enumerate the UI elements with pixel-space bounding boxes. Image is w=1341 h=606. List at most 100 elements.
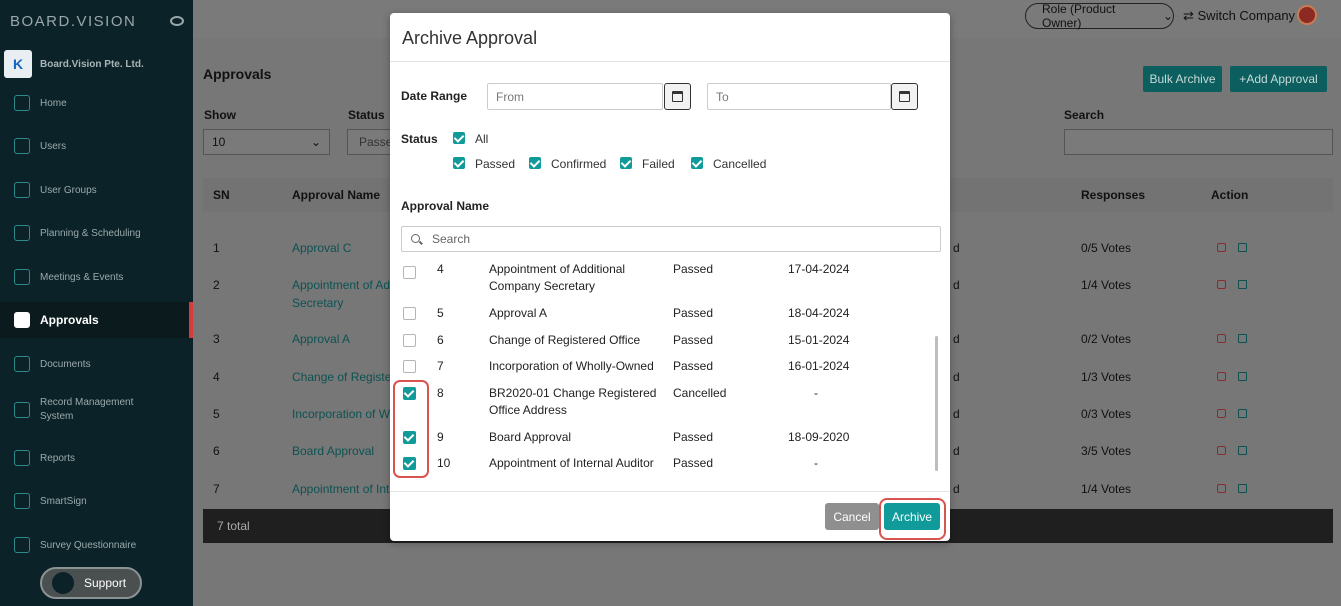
approval-search-input[interactable]: Search bbox=[401, 226, 941, 252]
print-icon[interactable] bbox=[1217, 280, 1226, 289]
print-icon[interactable] bbox=[1217, 243, 1226, 252]
sidebar-item-approvals[interactable]: Approvals bbox=[0, 302, 193, 338]
archive-icon[interactable] bbox=[1238, 409, 1247, 418]
to-date-input[interactable]: To bbox=[707, 83, 891, 110]
archive-icon[interactable] bbox=[1238, 243, 1247, 252]
print-icon[interactable] bbox=[1217, 484, 1226, 493]
approval-link[interactable]: Appointment of Addi bbox=[292, 276, 399, 294]
user-icon bbox=[14, 138, 30, 154]
archive-icon[interactable] bbox=[1238, 372, 1247, 381]
bulk-archive-button[interactable]: Bulk Archive bbox=[1143, 66, 1222, 92]
users-icon bbox=[14, 182, 30, 198]
item-checkbox[interactable] bbox=[403, 360, 416, 373]
cancel-button[interactable]: Cancel bbox=[825, 503, 879, 530]
modal-title: Archive Approval bbox=[402, 28, 538, 48]
status-cancelled-checkbox[interactable] bbox=[691, 157, 703, 169]
sidebar-item-meetings[interactable]: Meetings & Events bbox=[0, 259, 193, 295]
archive-icon[interactable] bbox=[1238, 484, 1247, 493]
company-selector[interactable]: K Board.Vision Pte. Ltd. bbox=[4, 50, 144, 78]
archive-icon[interactable] bbox=[1238, 446, 1247, 455]
item-checkbox[interactable] bbox=[403, 334, 416, 347]
checkbox-highlight-annotation bbox=[393, 380, 429, 478]
sidebar-item-home[interactable]: Home bbox=[0, 85, 193, 121]
col-action: Action bbox=[1211, 188, 1249, 202]
sidebar-item-reports[interactable]: Reports bbox=[0, 440, 193, 476]
sidebar-item-documents[interactable]: Documents bbox=[0, 346, 193, 382]
approval-link[interactable]: Appointment of Inte bbox=[292, 480, 396, 498]
date-range-label: Date Range bbox=[401, 89, 468, 103]
document-icon bbox=[14, 356, 30, 372]
sidebar-item-user-groups[interactable]: User Groups bbox=[0, 172, 193, 208]
app-logo: BOARD.VISION bbox=[10, 13, 184, 30]
approval-link[interactable]: Approval C bbox=[292, 239, 351, 257]
approval-list[interactable]: 4 Appointment of Additional Company Secr… bbox=[390, 258, 950, 488]
status-confirmed-checkbox[interactable] bbox=[529, 157, 541, 169]
approval-link[interactable]: Approval A bbox=[292, 330, 350, 348]
sidebar-item-planning[interactable]: Planning & Scheduling bbox=[0, 215, 193, 251]
chevron-down-icon: ⌄ bbox=[310, 135, 321, 149]
eye-icon[interactable] bbox=[170, 16, 184, 26]
support-button[interactable]: Support bbox=[40, 567, 142, 599]
print-icon[interactable] bbox=[1217, 409, 1226, 418]
company-name: Board.Vision Pte. Ltd. bbox=[40, 58, 144, 70]
approval-icon bbox=[14, 312, 30, 328]
status-failed-checkbox[interactable] bbox=[620, 157, 632, 169]
approval-link[interactable]: Incorporation of Wh bbox=[292, 405, 397, 423]
show-label: Show bbox=[204, 108, 236, 122]
chat-icon bbox=[52, 572, 74, 594]
plus-icon: + bbox=[1239, 72, 1247, 86]
to-calendar-button[interactable] bbox=[891, 83, 918, 110]
print-icon[interactable] bbox=[1217, 334, 1226, 343]
page-title: Approvals bbox=[203, 66, 272, 82]
col-approval-name: Approval Name bbox=[292, 188, 381, 202]
pen-icon bbox=[14, 493, 30, 509]
report-icon bbox=[14, 450, 30, 466]
col-responses: Responses bbox=[1081, 188, 1146, 202]
swap-icon: ⇄ bbox=[1183, 8, 1198, 23]
switch-company-button[interactable]: ⇄ Switch Company bbox=[1183, 8, 1295, 24]
search-label: Search bbox=[1064, 108, 1105, 122]
sidebar-item-survey[interactable]: Survey Questionnaire bbox=[0, 527, 193, 563]
print-icon[interactable] bbox=[1217, 446, 1226, 455]
calendar-icon bbox=[14, 269, 30, 285]
archive-icon[interactable] bbox=[1238, 334, 1247, 343]
avatar[interactable] bbox=[1297, 5, 1317, 25]
status-passed-checkbox[interactable] bbox=[453, 157, 465, 169]
logo-text: BOARD.VISION bbox=[10, 13, 137, 30]
status-filter-label: Status bbox=[348, 108, 385, 122]
approval-link[interactable]: Board Approval bbox=[292, 442, 374, 460]
company-logo: K bbox=[4, 50, 32, 78]
from-calendar-button[interactable] bbox=[664, 83, 691, 110]
status-label: Status bbox=[401, 132, 438, 146]
item-checkbox[interactable] bbox=[403, 266, 416, 279]
divider bbox=[390, 61, 950, 62]
status-select[interactable]: Passed bbox=[347, 129, 392, 155]
list-scrollbar[interactable] bbox=[935, 336, 938, 471]
role-dropdown[interactable]: Role (Product Owner) ⌄ bbox=[1025, 2, 1174, 30]
archive-highlight-annotation bbox=[879, 498, 946, 540]
records-icon bbox=[14, 402, 30, 418]
calendar-icon bbox=[899, 91, 910, 102]
sidebar: BOARD.VISION K Board.Vision Pte. Ltd. Ho… bbox=[0, 0, 193, 606]
archive-approval-modal: Archive Approval Date Range From To Stat… bbox=[390, 13, 950, 541]
search-input[interactable] bbox=[1064, 129, 1333, 155]
show-select[interactable]: 10 ⌄ bbox=[203, 129, 330, 155]
chart-icon bbox=[14, 225, 30, 241]
sidebar-item-records[interactable]: Record Management System bbox=[0, 392, 193, 428]
print-icon[interactable] bbox=[1217, 372, 1226, 381]
sidebar-item-smartsign[interactable]: SmartSign bbox=[0, 483, 193, 519]
approval-link[interactable]: Change of Register bbox=[292, 368, 395, 386]
divider bbox=[390, 491, 950, 492]
home-icon bbox=[14, 95, 30, 111]
chevron-down-icon: ⌄ bbox=[1162, 9, 1173, 23]
col-sn: SN bbox=[213, 188, 230, 202]
add-approval-button[interactable]: + Add Approval bbox=[1230, 66, 1327, 92]
item-checkbox[interactable] bbox=[403, 307, 416, 320]
status-all-label: All bbox=[475, 132, 489, 146]
status-all-checkbox[interactable] bbox=[453, 132, 465, 144]
survey-icon bbox=[14, 537, 30, 553]
from-date-input[interactable]: From bbox=[487, 83, 663, 110]
sidebar-item-users[interactable]: Users bbox=[0, 128, 193, 164]
calendar-icon bbox=[672, 91, 683, 102]
archive-icon[interactable] bbox=[1238, 280, 1247, 289]
